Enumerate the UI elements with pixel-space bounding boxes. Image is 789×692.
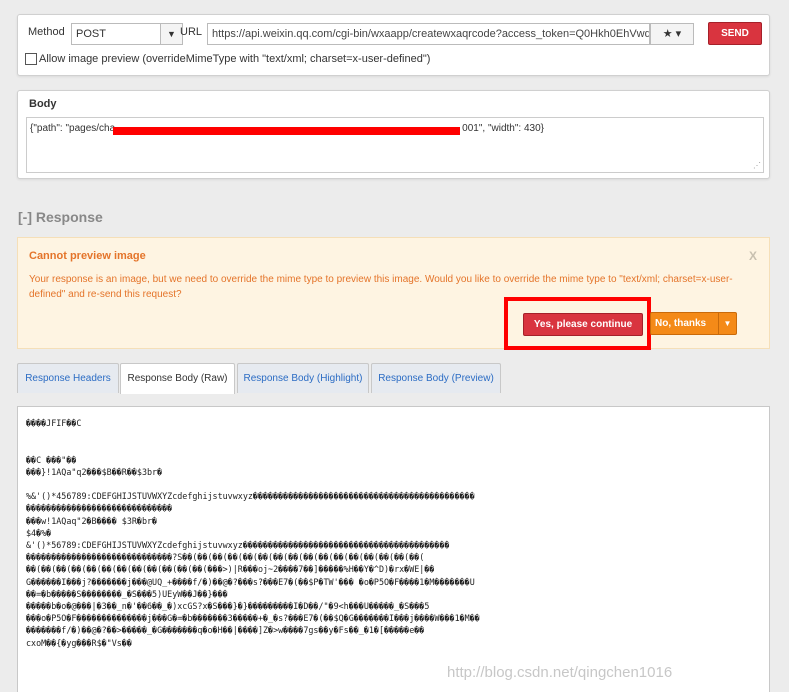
chevron-down-icon[interactable]: ▼ — [718, 313, 736, 334]
image-preview-checkbox[interactable] — [25, 53, 37, 65]
preview-warning: Cannot preview image X Your response is … — [17, 237, 770, 350]
response-line: &'()*56789:CDEFGHIJSTUVWXYZcdefghijstuvw… — [26, 540, 450, 551]
no-thanks-label: No, thanks — [655, 318, 707, 329]
no-thanks-button[interactable]: No, thanks ▼ — [650, 312, 737, 335]
response-line: ����JFIF��C — [26, 418, 82, 428]
body-text-start: {"path": "pages/cha — [30, 123, 116, 134]
send-button[interactable]: SEND — [708, 22, 762, 45]
response-line: ��=�b�����S��������_�S���5)UEyW��J��}��� — [26, 588, 228, 599]
body-textarea[interactable]: {"path": "pages/cha 001", "width": 430} ⋰ — [26, 117, 764, 173]
close-icon[interactable]: X — [749, 249, 757, 263]
url-input[interactable]: https://api.weixin.qq.com/cgi-bin/wxaapp… — [207, 23, 650, 45]
resize-handle-icon[interactable]: ⋰ — [753, 161, 761, 170]
body-panel: Body {"path": "pages/cha 001", "width": 4… — [17, 90, 770, 179]
url-bookmark-button[interactable]: ★ ▾ — [650, 23, 694, 45]
redaction-mark — [113, 127, 460, 135]
response-title[interactable]: [-] Response — [18, 209, 103, 225]
response-line: ��C ���"�� — [26, 454, 77, 465]
url-label: URL — [180, 26, 203, 38]
response-line: ���w!1AQaq"2�B���� $3R�br� — [26, 515, 158, 526]
tab-response-headers[interactable]: Response Headers — [17, 363, 119, 393]
yes-continue-button[interactable]: Yes, please continue — [523, 313, 643, 336]
response-line — [26, 441, 761, 453]
response-line: �����b�o�@���|�3��_n�'��6��_�)xcGS?x�S��… — [26, 601, 430, 612]
body-title: Body — [29, 98, 57, 110]
method-value: POST — [76, 28, 106, 40]
response-line — [26, 478, 761, 490]
response-line: ���o�P5O�F��������������j���G�=�b�������… — [26, 613, 480, 624]
response-line: ��(��(��(��(��(��(��(��(��(��(��(��(���>… — [26, 564, 435, 575]
response-line: $4�%� — [26, 527, 52, 538]
body-text-end: 001", "width": 430} — [462, 123, 544, 134]
chevron-down-icon[interactable]: ▼ — [160, 24, 182, 44]
response-line: ����������������������������� — [26, 503, 173, 514]
response-line: G������I���j?�������j���@UQ_+����f/�)��@… — [26, 576, 475, 587]
response-line: %&'()*456789:CDEFGHIJSTUVWXYZcdefghijstu… — [26, 491, 475, 502]
response-line: cxoM��{�yg���R$�"Vs�� — [26, 637, 132, 648]
response-line: �����������������������������?S��(��(��(… — [26, 552, 425, 563]
tab-response-body-raw[interactable]: Response Body (Raw) — [120, 363, 235, 394]
response-line: �������f/�)��@�?��>�����_�G�������q�o�H�… — [26, 625, 425, 636]
response-line: ���}!1AQa"q2���$B��R��$3br� — [26, 466, 163, 477]
warning-title: Cannot preview image — [29, 250, 146, 262]
response-line — [26, 429, 761, 441]
tab-response-body-highlight[interactable]: Response Body (Highlight) — [237, 363, 369, 393]
response-body-raw: ����JFIF��C ��C ���"�� ���}!1AQa"q2���$B… — [17, 406, 770, 692]
image-preview-label: Allow image preview (overrideMimeType wi… — [39, 53, 431, 65]
method-label: Method — [28, 26, 65, 38]
watermark: http://blog.csdn.net/qingchen1016 — [447, 664, 673, 681]
method-select[interactable]: POST ▼ — [71, 23, 183, 45]
request-panel: Method POST ▼ URL https://api.weixin.qq.… — [17, 14, 770, 76]
tab-response-body-preview[interactable]: Response Body (Preview) — [371, 363, 501, 393]
